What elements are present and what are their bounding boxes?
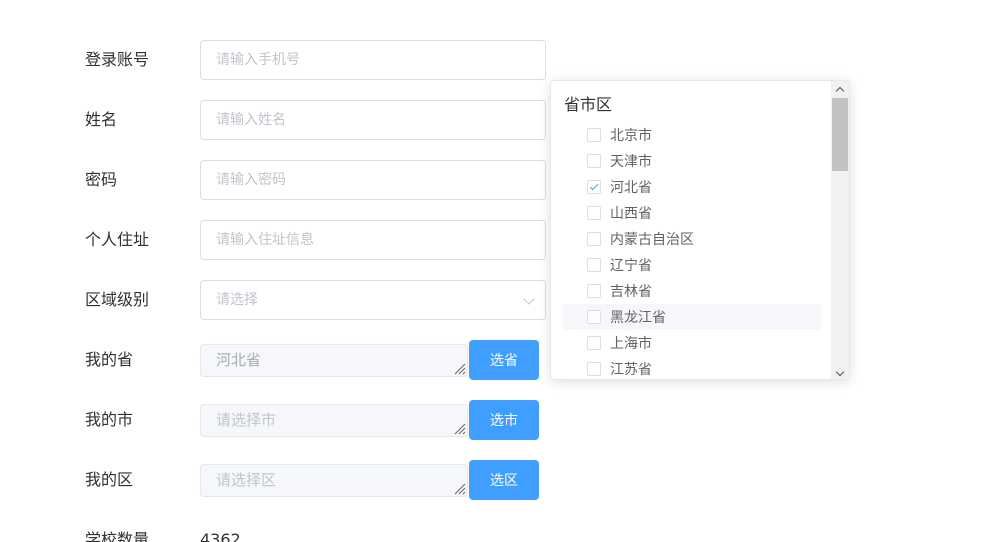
province-option-jilin[interactable]: 吉林省 <box>563 278 821 304</box>
select-province-button[interactable]: 选省 <box>469 340 539 380</box>
province-option-tianjin[interactable]: 天津市 <box>563 148 821 174</box>
login-account-input[interactable]: 请输入手机号 <box>200 40 546 80</box>
form-row-name: 姓名 请输入姓名 <box>0 100 560 140</box>
option-label: 天津市 <box>610 154 652 170</box>
my-province-label: 我的省 <box>85 350 134 369</box>
my-city-label: 我的市 <box>85 410 134 429</box>
region-level-label: 区域级别 <box>85 290 150 309</box>
province-dropdown[interactable]: 省市区 北京市 天津市 河北省 山西省 内蒙古自治区 辽宁省 吉林省 黑龙江省 … <box>550 80 850 380</box>
option-label: 辽宁省 <box>610 258 652 274</box>
school-count-value: 4362 <box>200 530 241 542</box>
province-option-jiangsu[interactable]: 江苏省 <box>563 356 821 379</box>
password-input[interactable]: 请输入密码 <box>200 160 546 200</box>
province-option-shanghai[interactable]: 上海市 <box>563 330 821 356</box>
name-input[interactable]: 请输入姓名 <box>200 100 546 140</box>
address-input[interactable]: 请输入住址信息 <box>200 220 546 260</box>
my-city-textarea[interactable]: 请选择市 <box>200 404 468 437</box>
option-checkbox[interactable] <box>587 258 601 272</box>
form-row-school-count: 学校数量 4362 <box>0 520 560 542</box>
option-checkbox[interactable] <box>587 154 601 168</box>
province-option-liaoning[interactable]: 辽宁省 <box>563 252 821 278</box>
province-option-neimenggu[interactable]: 内蒙古自治区 <box>563 226 821 252</box>
province-option-beijing[interactable]: 北京市 <box>563 122 821 148</box>
scroll-down-arrow-icon[interactable] <box>831 365 849 379</box>
form-row-password: 密码 请输入密码 <box>0 160 560 200</box>
option-checkbox[interactable] <box>587 310 601 324</box>
select-district-button[interactable]: 选区 <box>469 460 539 500</box>
my-province-value: 河北省 <box>216 351 262 369</box>
option-label: 河北省 <box>610 180 652 196</box>
option-label: 山西省 <box>610 206 652 222</box>
my-district-placeholder: 请选择区 <box>216 471 277 489</box>
scroll-up-arrow-icon[interactable] <box>831 81 849 97</box>
form-row-my-district: 我的区 请选择区 选区 <box>0 460 560 500</box>
option-checkbox[interactable] <box>587 362 601 376</box>
option-checkbox[interactable] <box>587 284 601 298</box>
my-district-textarea[interactable]: 请选择区 <box>200 464 468 497</box>
select-city-button[interactable]: 选市 <box>469 400 539 440</box>
name-label: 姓名 <box>85 110 118 129</box>
option-label: 黑龙江省 <box>610 310 666 326</box>
dropdown-scrollbar[interactable] <box>831 81 849 379</box>
chevron-down-icon <box>523 293 535 305</box>
dropdown-header: 省市区 <box>564 95 613 114</box>
login-account-label: 登录账号 <box>85 50 150 69</box>
option-checkbox[interactable] <box>587 128 601 142</box>
my-province-textarea[interactable]: 河北省 <box>200 344 468 377</box>
resize-handle-icon[interactable] <box>453 422 466 435</box>
option-label: 吉林省 <box>610 284 652 300</box>
form-row-region-level: 区域级别 请选择 <box>0 280 560 320</box>
province-option-hebei[interactable]: 河北省 <box>563 174 821 200</box>
province-option-shanxi[interactable]: 山西省 <box>563 200 821 226</box>
province-option-heilongjiang[interactable]: 黑龙江省 <box>563 304 821 330</box>
scrollbar-thumb[interactable] <box>832 98 848 171</box>
option-checkbox-checked[interactable] <box>587 180 601 194</box>
my-district-label: 我的区 <box>85 470 134 489</box>
option-label: 上海市 <box>610 336 652 352</box>
resize-handle-icon[interactable] <box>453 482 466 495</box>
form-row-my-province: 我的省 河北省 选省 <box>0 340 560 380</box>
resize-handle-icon[interactable] <box>453 362 466 375</box>
address-label: 个人住址 <box>85 230 150 249</box>
password-label: 密码 <box>85 170 118 189</box>
option-checkbox[interactable] <box>587 206 601 220</box>
option-label: 北京市 <box>610 128 652 144</box>
option-checkbox[interactable] <box>587 336 601 350</box>
school-count-label: 学校数量 <box>85 530 150 542</box>
option-label: 江苏省 <box>610 362 652 378</box>
option-label: 内蒙古自治区 <box>610 232 694 248</box>
form-row-my-city: 我的市 请选择市 选市 <box>0 400 560 440</box>
my-city-placeholder: 请选择市 <box>216 411 277 429</box>
form-row-address: 个人住址 请输入住址信息 <box>0 220 560 260</box>
region-level-placeholder: 请选择 <box>216 292 258 308</box>
form-row-login-account: 登录账号 请输入手机号 <box>0 40 560 80</box>
region-level-select[interactable]: 请选择 <box>200 280 546 320</box>
option-checkbox[interactable] <box>587 232 601 246</box>
